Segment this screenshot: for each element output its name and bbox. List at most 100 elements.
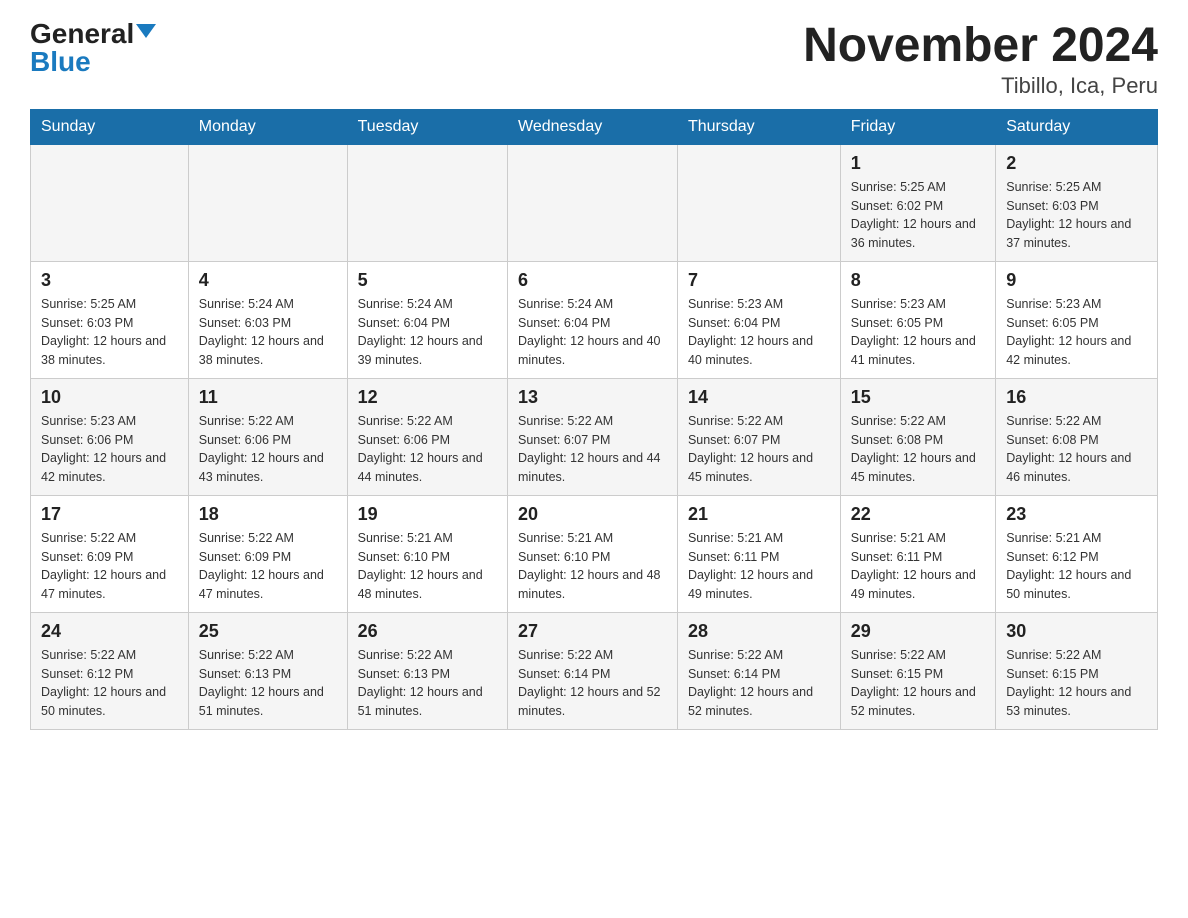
day-number: 6: [518, 270, 667, 291]
logo-blue-text: Blue: [30, 46, 91, 77]
day-info: Sunrise: 5:22 AMSunset: 6:15 PMDaylight:…: [1006, 648, 1131, 718]
calendar-cell: 9 Sunrise: 5:23 AMSunset: 6:05 PMDaylight…: [996, 261, 1158, 378]
day-info: Sunrise: 5:22 AMSunset: 6:08 PMDaylight:…: [851, 414, 976, 484]
calendar-week-row: 3 Sunrise: 5:25 AMSunset: 6:03 PMDaylight…: [31, 261, 1158, 378]
day-number: 28: [688, 621, 830, 642]
day-number: 14: [688, 387, 830, 408]
day-number: 20: [518, 504, 667, 525]
day-number: 12: [358, 387, 497, 408]
day-info: Sunrise: 5:22 AMSunset: 6:14 PMDaylight:…: [518, 648, 660, 718]
day-info: Sunrise: 5:22 AMSunset: 6:09 PMDaylight:…: [41, 531, 166, 601]
calendar-cell: 4 Sunrise: 5:24 AMSunset: 6:03 PMDaylight…: [188, 261, 347, 378]
day-number: 9: [1006, 270, 1147, 291]
day-info: Sunrise: 5:22 AMSunset: 6:15 PMDaylight:…: [851, 648, 976, 718]
day-number: 11: [199, 387, 337, 408]
day-info: Sunrise: 5:22 AMSunset: 6:14 PMDaylight:…: [688, 648, 813, 718]
day-number: 10: [41, 387, 178, 408]
calendar-cell: 25Sunrise: 5:22 AMSunset: 6:13 PMDayligh…: [188, 612, 347, 729]
calendar-cell: 30 Sunrise: 5:22 AMSunset: 6:15 PMDayligh…: [996, 612, 1158, 729]
calendar-cell: 28 Sunrise: 5:22 AMSunset: 6:14 PMDayligh…: [677, 612, 840, 729]
day-info: Sunrise: 5:23 AMSunset: 6:05 PMDaylight:…: [1006, 297, 1131, 367]
calendar-cell: 2Sunrise: 5:25 AMSunset: 6:03 PMDaylight…: [996, 144, 1158, 261]
day-info: Sunrise: 5:21 AMSunset: 6:10 PMDaylight:…: [358, 531, 483, 601]
day-number: 18: [199, 504, 337, 525]
calendar-cell: 17 Sunrise: 5:22 AMSunset: 6:09 PMDayligh…: [31, 495, 189, 612]
day-info: Sunrise: 5:22 AMSunset: 6:08 PMDaylight:…: [1006, 414, 1131, 484]
calendar-cell: 27 Sunrise: 5:22 AMSunset: 6:14 PMDayligh…: [508, 612, 678, 729]
day-number: 5: [358, 270, 497, 291]
logo: General Blue: [30, 20, 156, 76]
calendar-cell: [347, 144, 507, 261]
page-header: General Blue November 2024 Tibillo, Ica,…: [30, 20, 1158, 99]
col-thursday: Thursday: [677, 109, 840, 144]
calendar-title: November 2024: [803, 20, 1158, 73]
calendar-cell: 18Sunrise: 5:22 AMSunset: 6:09 PMDayligh…: [188, 495, 347, 612]
calendar-week-row: 24 Sunrise: 5:22 AMSunset: 6:12 PMDayligh…: [31, 612, 1158, 729]
calendar-cell: 5 Sunrise: 5:24 AMSunset: 6:04 PMDaylight…: [347, 261, 507, 378]
calendar-cell: 11 Sunrise: 5:22 AMSunset: 6:06 PMDayligh…: [188, 378, 347, 495]
day-number: 17: [41, 504, 178, 525]
calendar-cell: [188, 144, 347, 261]
day-info: Sunrise: 5:22 AMSunset: 6:06 PMDaylight:…: [358, 414, 483, 484]
day-info: Sunrise: 5:25 AMSunset: 6:02 PMDaylight:…: [851, 180, 976, 250]
day-number: 30: [1006, 621, 1147, 642]
calendar-cell: [677, 144, 840, 261]
calendar-cell: 6 Sunrise: 5:24 AMSunset: 6:04 PMDaylight…: [508, 261, 678, 378]
day-number: 29: [851, 621, 985, 642]
calendar-cell: 10 Sunrise: 5:23 AMSunset: 6:06 PMDayligh…: [31, 378, 189, 495]
day-number: 15: [851, 387, 985, 408]
calendar-week-row: 17 Sunrise: 5:22 AMSunset: 6:09 PMDayligh…: [31, 495, 1158, 612]
day-number: 3: [41, 270, 178, 291]
calendar-cell: 22 Sunrise: 5:21 AMSunset: 6:11 PMDayligh…: [840, 495, 995, 612]
day-info: Sunrise: 5:25 AMSunset: 6:03 PMDaylight:…: [41, 297, 166, 367]
day-number: 21: [688, 504, 830, 525]
day-info: Sunrise: 5:22 AMSunset: 6:06 PMDaylight:…: [199, 414, 324, 484]
calendar-table: Sunday Monday Tuesday Wednesday Thursday…: [30, 109, 1158, 730]
calendar-cell: [508, 144, 678, 261]
day-info: Sunrise: 5:21 AMSunset: 6:11 PMDaylight:…: [851, 531, 976, 601]
calendar-cell: 13Sunrise: 5:22 AMSunset: 6:07 PMDayligh…: [508, 378, 678, 495]
day-number: 7: [688, 270, 830, 291]
day-number: 2: [1006, 153, 1147, 174]
calendar-cell: 14Sunrise: 5:22 AMSunset: 6:07 PMDayligh…: [677, 378, 840, 495]
day-info: Sunrise: 5:24 AMSunset: 6:03 PMDaylight:…: [199, 297, 324, 367]
day-number: 13: [518, 387, 667, 408]
day-info: Sunrise: 5:23 AMSunset: 6:06 PMDaylight:…: [41, 414, 166, 484]
calendar-cell: 8 Sunrise: 5:23 AMSunset: 6:05 PMDaylight…: [840, 261, 995, 378]
day-number: 23: [1006, 504, 1147, 525]
calendar-cell: [31, 144, 189, 261]
day-number: 4: [199, 270, 337, 291]
calendar-cell: 7 Sunrise: 5:23 AMSunset: 6:04 PMDaylight…: [677, 261, 840, 378]
day-number: 8: [851, 270, 985, 291]
calendar-cell: 3 Sunrise: 5:25 AMSunset: 6:03 PMDaylight…: [31, 261, 189, 378]
day-info: Sunrise: 5:21 AMSunset: 6:10 PMDaylight:…: [518, 531, 660, 601]
calendar-cell: 23 Sunrise: 5:21 AMSunset: 6:12 PMDayligh…: [996, 495, 1158, 612]
day-number: 22: [851, 504, 985, 525]
calendar-body: 1Sunrise: 5:25 AMSunset: 6:02 PMDaylight…: [31, 144, 1158, 729]
day-info: Sunrise: 5:21 AMSunset: 6:12 PMDaylight:…: [1006, 531, 1131, 601]
day-info: Sunrise: 5:24 AMSunset: 6:04 PMDaylight:…: [358, 297, 483, 367]
day-number: 26: [358, 621, 497, 642]
day-info: Sunrise: 5:23 AMSunset: 6:05 PMDaylight:…: [851, 297, 976, 367]
calendar-cell: 21 Sunrise: 5:21 AMSunset: 6:11 PMDayligh…: [677, 495, 840, 612]
calendar-header: Sunday Monday Tuesday Wednesday Thursday…: [31, 109, 1158, 144]
logo-general-text: General: [30, 20, 134, 48]
day-number: 24: [41, 621, 178, 642]
day-info: Sunrise: 5:21 AMSunset: 6:11 PMDaylight:…: [688, 531, 813, 601]
calendar-subtitle: Tibillo, Ica, Peru: [803, 73, 1158, 99]
day-number: 16: [1006, 387, 1147, 408]
calendar-cell: 12 Sunrise: 5:22 AMSunset: 6:06 PMDayligh…: [347, 378, 507, 495]
col-friday: Friday: [840, 109, 995, 144]
day-number: 27: [518, 621, 667, 642]
calendar-week-row: 10 Sunrise: 5:23 AMSunset: 6:06 PMDayligh…: [31, 378, 1158, 495]
calendar-week-row: 1Sunrise: 5:25 AMSunset: 6:02 PMDaylight…: [31, 144, 1158, 261]
calendar-cell: 19Sunrise: 5:21 AMSunset: 6:10 PMDayligh…: [347, 495, 507, 612]
col-tuesday: Tuesday: [347, 109, 507, 144]
col-wednesday: Wednesday: [508, 109, 678, 144]
logo-triangle-icon: [136, 24, 156, 38]
day-info: Sunrise: 5:22 AMSunset: 6:13 PMDaylight:…: [358, 648, 483, 718]
days-of-week-row: Sunday Monday Tuesday Wednesday Thursday…: [31, 109, 1158, 144]
day-info: Sunrise: 5:22 AMSunset: 6:12 PMDaylight:…: [41, 648, 166, 718]
day-info: Sunrise: 5:24 AMSunset: 6:04 PMDaylight:…: [518, 297, 660, 367]
day-info: Sunrise: 5:23 AMSunset: 6:04 PMDaylight:…: [688, 297, 813, 367]
